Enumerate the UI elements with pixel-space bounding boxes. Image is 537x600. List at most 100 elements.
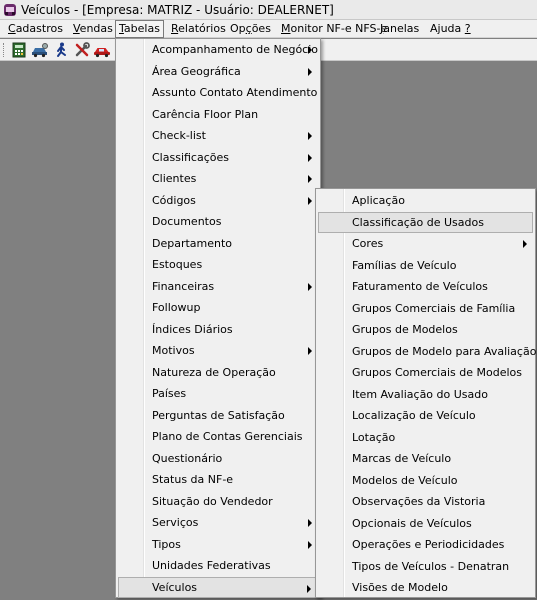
running-man-icon[interactable] [52,41,70,59]
menu-item-motivos[interactable]: Motivos [118,340,318,361]
menu-item-acompanhamento-de-negocio[interactable]: Acompanhamento de Negócio [118,39,318,60]
submenu-arrow-icon [523,240,527,248]
menu-item-marcas-de-veiculo[interactable]: Marcas de Veículo [318,448,533,469]
menubar-item-vendas[interactable]: Vendas [73,20,113,38]
menu-item-grupos-comerciais-de-familia[interactable]: Grupos Comerciais de Família [318,298,533,319]
menu-item-aplicacao[interactable]: Aplicação [318,190,533,211]
menu-item-cores[interactable]: Cores [318,233,533,254]
car-tools-icon[interactable] [31,41,49,59]
menu-item-label: Marcas de Veículo [352,452,452,465]
menu-item-label: Modelos de Veículo [352,473,458,487]
menu-item-label: Famílias de Veículo [352,258,457,272]
tabelas-dropdown-menu: Acompanhamento de Negócio Área Geográfica… [115,38,321,598]
menubar-item-monitor-nf-e-nfs-e[interactable]: Monitor NF-e NFS-e [281,20,387,38]
menu-item-label: Check-list [152,129,206,142]
menubar-label-pre: Op [230,22,246,35]
menu-item-label: Opcionais de Veículos [352,516,472,530]
menubar-label-rest: onitor NF-e NFS-e [290,22,388,35]
menubar-item-ajuda[interactable]: Ajuda ? [430,20,471,38]
menu-item-label: Clientes [152,172,197,185]
toolbar-grip[interactable] [3,43,6,57]
menu-item-carencia-floor-plan[interactable]: Carência Floor Plan [118,104,318,125]
window-titlebar: Veículos - [Empresa: MATRIZ - Usuário: D… [0,0,537,20]
menu-item-lotacao[interactable]: Lotação [318,427,533,448]
submenu-arrow-icon [308,175,312,183]
menu-item-label: Documentos [152,215,222,228]
menu-item-grupos-de-modelo-para-avaliacao[interactable]: Grupos de Modelo para Avaliação [318,341,536,362]
menu-item-documentos[interactable]: Documentos [118,211,318,232]
menu-item-servicos[interactable]: Serviços [118,512,318,533]
menu-item-label: Grupos Comerciais de Família [352,301,516,315]
submenu-arrow-icon [307,584,311,593]
menubar-accelerator: M [281,22,291,35]
menubar-item-tabelas[interactable]: Tabelas [115,20,164,38]
menu-item-classificacao-de-usados[interactable]: Classificação de Usados [318,211,533,233]
menu-item-opcionais-de-veiculos[interactable]: Opcionais de Veículos [318,513,533,534]
menu-item-familias-de-veiculo[interactable]: Famílias de Veículo [318,255,533,276]
menu-item-tipos[interactable]: Tipos [118,534,318,555]
menubar-label-rest: elatórios [178,22,226,35]
calculator-icon[interactable] [10,41,28,59]
menu-item-financeiras[interactable]: Financeiras [118,276,318,297]
menu-item-unidades-federativas[interactable]: Unidades Federativas [118,555,318,576]
menu-item-tipos-de-veiculos-denatran[interactable]: Tipos de Veículos - Denatran [318,556,533,577]
menu-item-label: Veículos [152,580,198,594]
menu-item-grupos-de-modelos[interactable]: Grupos de Modelos [318,319,533,340]
menu-item-label: Classificação de Usados [352,215,484,229]
menu-bar: Cadastros Vendas Tabelas Relatórios Opções Mo… [0,20,537,38]
menubar-item-cadastros[interactable]: Cadastros [8,20,63,38]
menubar-item-janelas[interactable]: Janelas [380,20,419,38]
menubar-label-pre: Ajuda [430,22,465,35]
menu-item-label: Departamento [152,236,233,250]
menu-item-classificacoes[interactable]: Classificações [118,147,318,168]
menu-item-label: Classificações [152,150,229,164]
menu-item-label: Índices Diários [152,322,233,336]
menu-item-label: Localização de Veículo [352,409,476,422]
menu-item-veiculos[interactable]: Veículos [118,576,318,598]
menu-item-grupos-comerciais-de-modelos[interactable]: Grupos Comerciais de Modelos [318,362,533,383]
menubar-accelerator: ? [464,22,471,35]
menu-item-visoes-de-modelo[interactable]: Visões de Modelo [318,577,533,598]
menu-item-estoques[interactable]: Estoques [118,254,318,275]
menu-item-situacao-do-vendedor[interactable]: Situação do Vendedor [118,491,318,512]
menu-item-perguntas-de-satisfacao[interactable]: Perguntas de Satisfação [118,405,318,426]
menu-item-natureza-de-operacao[interactable]: Natureza de Operação [118,362,318,383]
tools-icon[interactable] [73,41,91,59]
menu-item-modelos-de-veiculo[interactable]: Modelos de Veículo [318,470,533,491]
menubar-label-rest: endas [79,22,113,35]
menubar-accelerator: V [73,22,80,35]
menubar-item-relat-rios[interactable]: Relatórios [171,20,226,38]
menu-item-check-list[interactable]: Check-list [118,125,318,146]
menubar-item-op-es[interactable]: Opções [230,20,271,38]
menu-item-observacoes-da-vistoria[interactable]: Observações da Vistoria [318,491,533,512]
menu-item-item-avaliacao-do-usado[interactable]: Item Avaliação do Usado [318,384,533,405]
menu-item-indices-diarios[interactable]: Índices Diários [118,319,318,340]
menubar-label-rest: anelas [383,22,420,35]
menu-item-label: Aplicação [352,194,405,207]
menu-item-label: Área Geográfica [152,64,241,78]
menu-item-followup[interactable]: Followup [118,297,318,318]
menu-item-questionario[interactable]: Questionário [118,448,318,469]
menu-item-clientes[interactable]: Clientes [118,168,318,189]
submenu-arrow-icon [308,519,312,527]
menu-item-label: Acompanhamento de Negócio [152,43,319,56]
menu-item-localizacao-de-veiculo[interactable]: Localização de Veículo [318,405,533,426]
menubar-label-rest: ões [251,22,271,35]
menu-item-label: Questionário [152,451,223,465]
menu-item-label: Visões de Modelo [352,581,448,594]
menu-item-area-geografica[interactable]: Área Geográfica [118,61,318,82]
menu-item-status-da-nf-e[interactable]: Status da NF-e [118,469,318,490]
menu-item-faturamento-de-veiculos[interactable]: Faturamento de Veículos [318,276,533,297]
submenu-arrow-icon [308,46,312,54]
menu-item-assunto-contato-atendimento[interactable]: Assunto Contato Atendimento [118,82,318,103]
menu-item-codigos[interactable]: Códigos [118,190,318,211]
menu-item-label: Assunto Contato Atendimento [152,86,318,99]
menu-item-plano-de-contas-gerenciais[interactable]: Plano de Contas Gerenciais [118,426,318,447]
red-car-icon[interactable] [93,41,111,59]
menu-item-label: Financeiras [152,279,215,293]
menu-item-label: Observações da Vistoria [352,495,486,508]
menu-item-departamento[interactable]: Departamento [118,233,318,254]
menu-item-operacoes-e-periodicidades[interactable]: Operações e Periodicidades [318,534,533,555]
menu-item-paises[interactable]: Países [118,383,318,404]
menubar-accelerator: C [8,22,16,35]
